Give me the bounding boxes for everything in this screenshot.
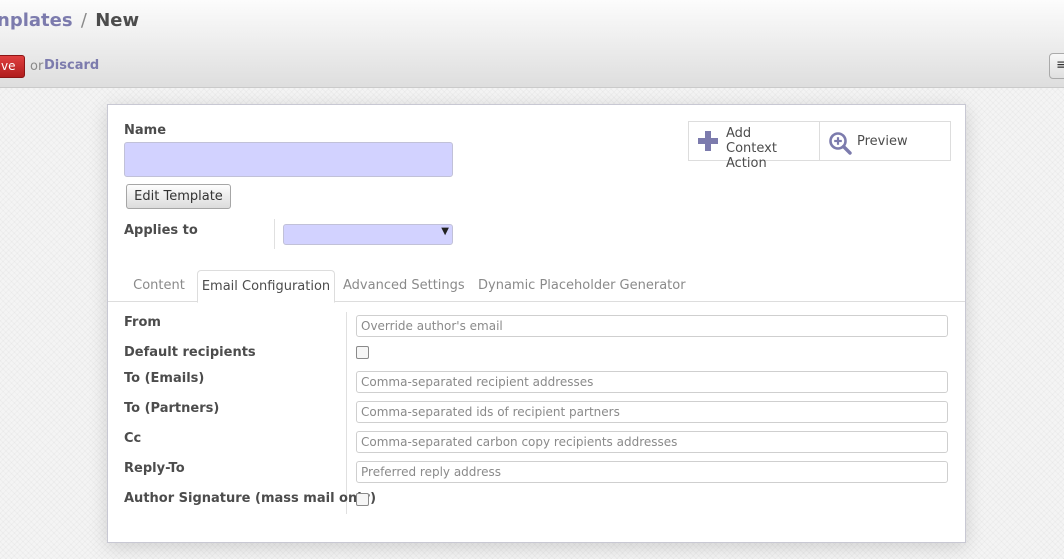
from-input[interactable]: Override author's email: [356, 315, 948, 337]
cc-label: Cc: [124, 431, 142, 446]
breadcrumb-current: New: [95, 10, 140, 31]
to-partners-label: To (Partners): [124, 401, 220, 416]
reply-to-label: Reply-To: [124, 461, 185, 476]
tab-email-configuration[interactable]: Email Configuration: [197, 270, 335, 303]
preview-button[interactable]: Preview: [820, 122, 950, 160]
tab-advanced-settings[interactable]: Advanced Settings: [343, 270, 465, 302]
field-separator: [274, 219, 275, 249]
to-emails-label: To (Emails): [124, 371, 205, 386]
to-emails-input[interactable]: Comma-separated recipient addresses: [356, 371, 948, 393]
zoom-in-icon: [829, 132, 852, 155]
applies-to-select[interactable]: ▼: [283, 224, 453, 245]
dropdown-arrow-icon: ▼: [441, 226, 449, 237]
save-button[interactable]: ve: [0, 55, 25, 78]
field-separator: [346, 312, 347, 514]
from-label: From: [124, 315, 161, 330]
edit-template-button[interactable]: Edit Template: [126, 184, 231, 209]
or-text: or: [30, 59, 44, 74]
preview-label: Preview: [857, 134, 908, 149]
reply-to-input[interactable]: Preferred reply address: [356, 461, 948, 483]
plus-icon: [698, 131, 718, 151]
name-label: Name: [124, 123, 167, 138]
breadcrumb-templates-link[interactable]: nplates: [0, 10, 73, 31]
cc-input[interactable]: Comma-separated carbon copy recipients a…: [356, 431, 948, 453]
form-sheet: Name Edit Template Applies to ▼ Add Cont…: [107, 104, 966, 543]
name-input[interactable]: [124, 142, 453, 177]
discard-button[interactable]: Discard: [44, 58, 99, 73]
tab-content[interactable]: Content: [124, 270, 194, 302]
tab-dynamic-placeholder-generator[interactable]: Dynamic Placeholder Generator: [478, 270, 686, 302]
breadcrumb-separator: /: [80, 10, 87, 31]
menu-toggle-button[interactable]: ≡: [1049, 53, 1064, 79]
hamburger-icon: ≡: [1056, 57, 1064, 73]
notebook-tabs: Content Email Configuration Advanced Set…: [108, 270, 965, 303]
applies-to-label: Applies to: [124, 223, 198, 238]
author-signature-checkbox[interactable]: [356, 493, 369, 506]
breadcrumb: nplates / New: [0, 10, 139, 31]
control-panel: nplates / New ve or Discard ≡: [0, 0, 1064, 88]
add-context-action-label: Add Context Action: [726, 126, 777, 171]
default-recipients-label: Default recipients: [124, 345, 256, 360]
button-box: Add Context Action Preview: [688, 121, 951, 171]
author-signature-label: Author Signature (mass mail only): [124, 491, 377, 506]
add-context-action-button[interactable]: Add Context Action: [689, 122, 820, 171]
to-partners-input[interactable]: Comma-separated ids of recipient partner…: [356, 401, 948, 423]
default-recipients-checkbox[interactable]: [356, 346, 369, 359]
